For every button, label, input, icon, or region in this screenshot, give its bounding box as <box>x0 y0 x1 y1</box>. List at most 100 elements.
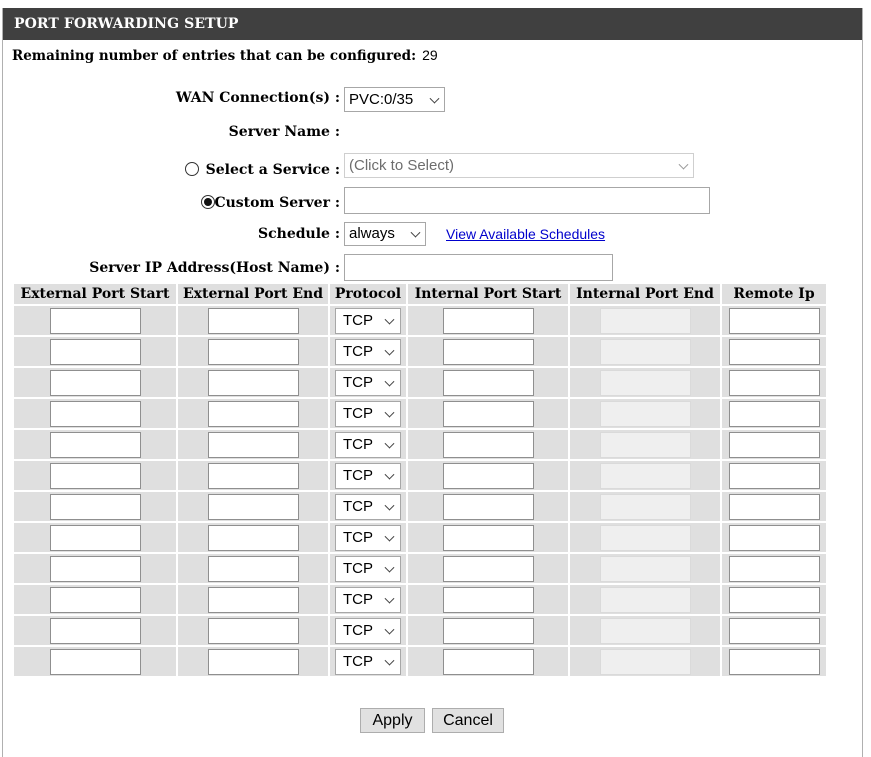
external-port-end-input[interactable] <box>207 555 299 582</box>
wan-connection-select[interactable]: PVC:0/35 <box>344 87 445 112</box>
protocol-select[interactable]: TCP <box>335 617 401 644</box>
external-port-start-input[interactable] <box>49 524 141 551</box>
cancel-button[interactable]: Cancel <box>432 708 504 733</box>
table-cell <box>570 461 720 490</box>
remote-ip-input[interactable] <box>728 555 820 582</box>
external-port-end-input[interactable] <box>207 400 299 427</box>
internal-port-start-input[interactable] <box>442 400 534 427</box>
internal-port-start-input[interactable] <box>442 462 534 489</box>
protocol-select[interactable]: TCP <box>335 431 401 458</box>
remote-ip-input[interactable] <box>728 431 820 458</box>
internal-port-start-input[interactable] <box>442 555 534 582</box>
remote-ip-input[interactable] <box>728 369 820 396</box>
select-service-dropdown[interactable]: (Click to Select) <box>344 153 694 178</box>
server-ip-input[interactable] <box>344 254 613 281</box>
protocol-select[interactable]: TCP <box>335 555 401 582</box>
protocol-select[interactable]: TCP <box>335 462 401 489</box>
protocol-select[interactable]: TCP <box>335 493 401 520</box>
chevron-down-icon <box>384 345 395 356</box>
external-port-start-input[interactable] <box>49 493 141 520</box>
table-cell <box>14 430 176 459</box>
chevron-down-icon <box>384 376 395 387</box>
protocol-value: TCP <box>343 621 373 639</box>
protocol-value: TCP <box>343 373 373 391</box>
external-port-start-input[interactable] <box>49 338 141 365</box>
internal-port-start-input[interactable] <box>442 307 534 334</box>
external-port-end-input[interactable] <box>207 493 299 520</box>
wan-connection-label: WAN Connection(s) : <box>175 90 340 106</box>
external-port-start-input[interactable] <box>49 586 141 613</box>
external-port-end-input[interactable] <box>207 617 299 644</box>
internal-port-start-input[interactable] <box>442 648 534 675</box>
external-port-end-input[interactable] <box>207 338 299 365</box>
protocol-select[interactable]: TCP <box>335 586 401 613</box>
custom-server-radio[interactable] <box>201 195 215 209</box>
table-cell <box>722 647 826 676</box>
select-service-radio[interactable] <box>185 162 199 176</box>
table-cell: TCP <box>330 585 406 614</box>
table-cell <box>14 461 176 490</box>
internal-port-start-input[interactable] <box>442 617 534 644</box>
internal-port-start-input[interactable] <box>442 338 534 365</box>
external-port-end-input[interactable] <box>207 586 299 613</box>
protocol-value: TCP <box>343 652 373 670</box>
table-cell <box>722 554 826 583</box>
table-row: TCP <box>14 647 826 676</box>
internal-port-start-input[interactable] <box>442 493 534 520</box>
server-ip-label: Server IP Address(Host Name) : <box>89 260 340 276</box>
view-schedules-link[interactable]: View Available Schedules <box>446 226 605 242</box>
external-port-end-input[interactable] <box>207 431 299 458</box>
protocol-select[interactable]: TCP <box>335 524 401 551</box>
external-port-start-input[interactable] <box>49 369 141 396</box>
protocol-select[interactable]: TCP <box>335 400 401 427</box>
external-port-end-input[interactable] <box>207 648 299 675</box>
schedule-select[interactable]: always <box>344 222 426 246</box>
chevron-down-icon <box>384 469 395 480</box>
external-port-end-input[interactable] <box>207 462 299 489</box>
external-port-start-input[interactable] <box>49 307 141 334</box>
internal-port-start-input[interactable] <box>442 431 534 458</box>
protocol-select[interactable]: TCP <box>335 307 401 334</box>
remote-ip-input[interactable] <box>728 400 820 427</box>
table-cell <box>570 368 720 397</box>
remote-ip-input[interactable] <box>728 524 820 551</box>
remote-ip-input[interactable] <box>728 648 820 675</box>
internal-port-start-input[interactable] <box>442 524 534 551</box>
internal-port-start-input[interactable] <box>442 369 534 396</box>
remote-ip-input[interactable] <box>728 617 820 644</box>
external-port-end-input[interactable] <box>207 307 299 334</box>
remote-ip-input[interactable] <box>728 462 820 489</box>
table-cell <box>722 616 826 645</box>
external-port-start-input[interactable] <box>49 555 141 582</box>
table-cell <box>722 368 826 397</box>
apply-button[interactable]: Apply <box>360 708 425 733</box>
protocol-select[interactable]: TCP <box>335 369 401 396</box>
external-port-start-input[interactable] <box>49 648 141 675</box>
col-internal-port-start: Internal Port Start <box>408 284 568 304</box>
remote-ip-input[interactable] <box>728 338 820 365</box>
custom-server-input[interactable] <box>344 187 710 214</box>
chevron-down-icon <box>678 159 689 170</box>
table-row: TCP <box>14 523 826 552</box>
table-cell <box>570 399 720 428</box>
table-row: TCP <box>14 461 826 490</box>
remote-ip-input[interactable] <box>728 307 820 334</box>
table-cell <box>14 368 176 397</box>
table-cell <box>178 368 328 397</box>
table-cell <box>14 616 176 645</box>
table-cell <box>178 554 328 583</box>
external-port-start-input[interactable] <box>49 462 141 489</box>
external-port-start-input[interactable] <box>49 431 141 458</box>
table-cell: TCP <box>330 492 406 521</box>
external-port-end-input[interactable] <box>207 524 299 551</box>
protocol-select[interactable]: TCP <box>335 648 401 675</box>
table-cell <box>408 399 568 428</box>
protocol-select[interactable]: TCP <box>335 338 401 365</box>
remote-ip-input[interactable] <box>728 586 820 613</box>
remote-ip-input[interactable] <box>728 493 820 520</box>
external-port-start-input[interactable] <box>49 400 141 427</box>
external-port-end-input[interactable] <box>207 369 299 396</box>
internal-port-start-input[interactable] <box>442 586 534 613</box>
protocol-value: TCP <box>343 311 373 329</box>
external-port-start-input[interactable] <box>49 617 141 644</box>
